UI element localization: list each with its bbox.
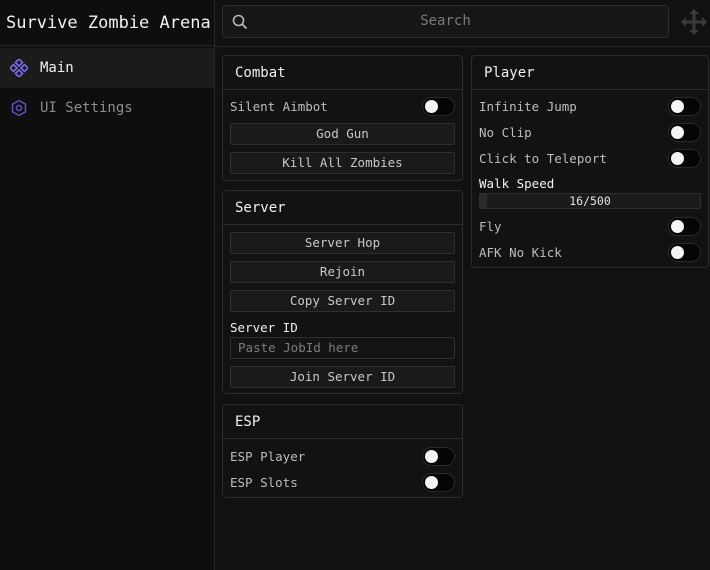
toggle-knob (671, 125, 684, 139)
panel-title: Combat (223, 56, 462, 90)
divider (215, 46, 710, 47)
app-title: Survive Zombie Arena (0, 0, 214, 46)
copy-server-id-button[interactable]: Copy Server ID (230, 290, 455, 312)
toggle-label: Infinite Jump (479, 98, 577, 114)
search-placeholder: Search (420, 13, 471, 29)
esp-player-toggle[interactable] (422, 446, 455, 466)
toggle-label: ESP Player (230, 448, 306, 464)
esp-panel: ESP ESP Player ESP Slots (222, 404, 463, 498)
no-clip-toggle[interactable] (668, 122, 701, 142)
click-to-teleport-toggle[interactable] (668, 148, 701, 168)
esp-player-row: ESP Player (230, 445, 455, 467)
toggle-label: Silent Aimbot (230, 98, 328, 114)
toggle-label: Fly (479, 218, 502, 234)
slider-value: 16/500 (569, 194, 611, 208)
esp-slots-row: ESP Slots (230, 471, 455, 493)
panel-title: ESP (223, 405, 462, 439)
no-clip-row: No Clip (479, 121, 701, 143)
walk-speed-slider[interactable]: 16/500 (479, 193, 701, 209)
combat-panel: Combat Silent Aimbot God Gun Kill All Zo… (222, 55, 463, 181)
sidebar-item-ui-settings[interactable]: UI Settings (0, 88, 214, 128)
toggle-knob (671, 99, 684, 113)
rejoin-button[interactable]: Rejoin (230, 261, 455, 283)
sidebar: Survive Zombie Arena Main UI Settings (0, 0, 215, 570)
panel-title: Player (472, 56, 708, 90)
search-input[interactable]: Search (222, 5, 669, 38)
god-gun-button[interactable]: God Gun (230, 123, 455, 145)
afk-no-kick-row: AFK No Kick (479, 241, 701, 263)
join-server-id-button[interactable]: Join Server ID (230, 366, 455, 388)
move-icon[interactable] (681, 9, 707, 35)
infinite-jump-toggle[interactable] (668, 96, 701, 116)
server-hop-button[interactable]: Server Hop (230, 232, 455, 254)
toggle-knob (671, 245, 684, 259)
sidebar-item-label: UI Settings (40, 100, 133, 116)
toggle-label: No Clip (479, 124, 532, 140)
toggle-knob (425, 449, 438, 463)
kill-all-zombies-button[interactable]: Kill All Zombies (230, 152, 455, 174)
toggle-label: Click to Teleport (479, 150, 607, 166)
player-panel: Player Infinite Jump No Clip Click to Te… (471, 55, 709, 268)
sidebar-item-label: Main (40, 60, 74, 76)
silent-aimbot-row: Silent Aimbot (230, 95, 455, 117)
server-panel: Server Server Hop Rejoin Copy Server ID … (222, 190, 463, 394)
diamond-cluster-icon (10, 59, 28, 77)
esp-slots-toggle[interactable] (422, 472, 455, 492)
click-to-teleport-row: Click to Teleport (479, 147, 701, 169)
toggle-knob (425, 475, 438, 489)
toggle-label: AFK No Kick (479, 244, 562, 260)
server-id-label: Server ID (230, 320, 298, 335)
fly-toggle[interactable] (668, 216, 701, 236)
toggle-label: ESP Slots (230, 474, 298, 490)
afk-no-kick-toggle[interactable] (668, 242, 701, 262)
sidebar-item-main[interactable]: Main (0, 48, 214, 88)
panel-title: Server (223, 191, 462, 225)
toggle-knob (425, 99, 438, 113)
infinite-jump-row: Infinite Jump (479, 95, 701, 117)
walk-speed-label: Walk Speed (479, 176, 555, 191)
server-id-input[interactable]: Paste JobId here (230, 337, 455, 359)
toggle-knob (671, 151, 684, 165)
fly-row: Fly (479, 215, 701, 237)
toggle-knob (671, 219, 684, 233)
gear-icon (10, 99, 28, 117)
silent-aimbot-toggle[interactable] (422, 96, 455, 116)
